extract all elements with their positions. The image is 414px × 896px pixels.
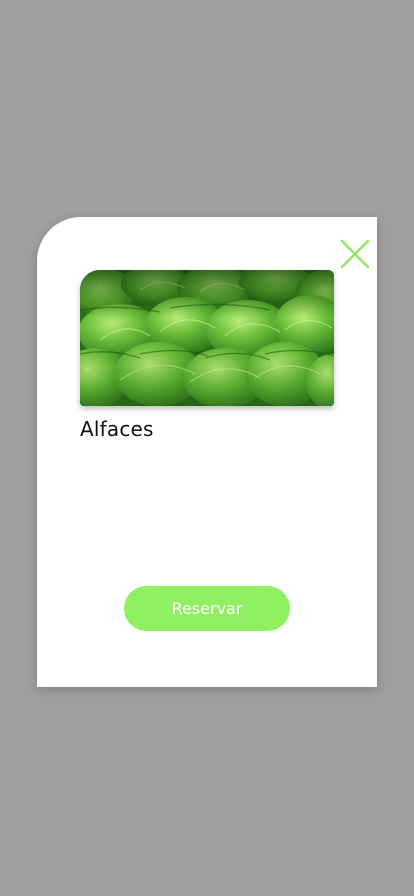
product-image xyxy=(80,270,334,406)
reserve-button[interactable]: Reservar xyxy=(124,586,290,631)
product-name: Alfaces xyxy=(80,417,154,441)
lettuce-photo xyxy=(80,270,334,406)
close-button[interactable] xyxy=(340,239,370,269)
product-modal: Alfaces Reservar xyxy=(37,217,377,687)
close-icon xyxy=(340,239,370,269)
